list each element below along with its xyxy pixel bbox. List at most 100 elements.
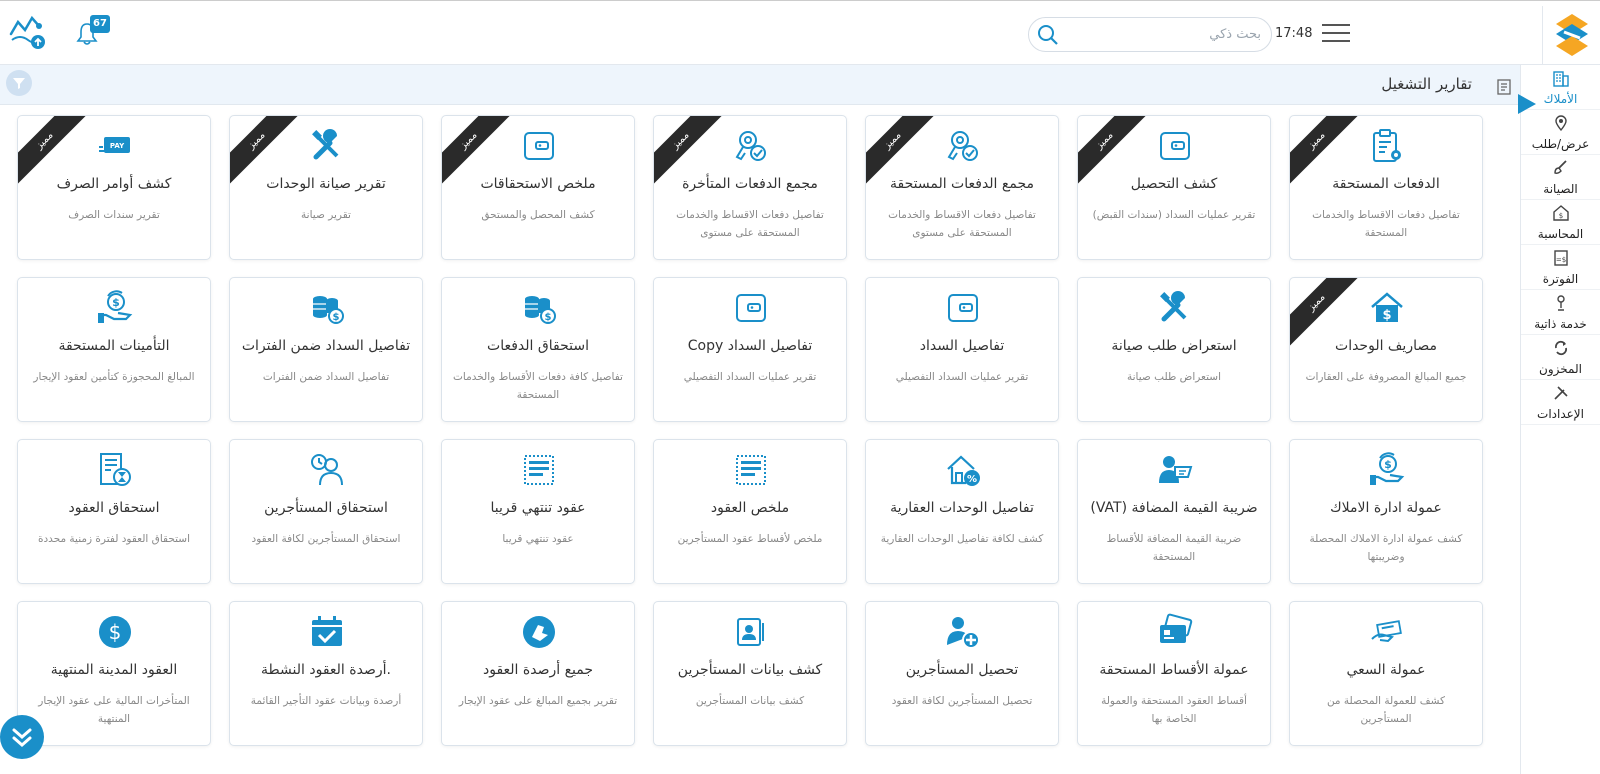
report-card[interactable]: $ عمولة ادارة الاملاك كشف عمولة ادارة الام… [1289,439,1483,584]
report-card-description: جميع المبالغ المصروفة على العقارات [1305,371,1467,383]
sidebar-item[interactable]: $ المحاسبة [1521,200,1600,245]
house-percent-icon: % [866,450,1058,490]
main-sidebar: الأملاك عرض/طلب الصيانة $ المحاسبة $= الفوترة خ… [1520,65,1600,774]
report-card[interactable]: مميز $ مصاريف الوحدات جميع المبالغ المصروفة… [1289,277,1483,422]
page-title: تقارير التشغيل [1381,75,1472,93]
tools-icon [230,126,422,166]
page-header-bar: تقارير التشغيل [0,65,1520,105]
report-card[interactable]: تحصيل المستأجرين تحصيل المستأجرين لكافة ا… [865,601,1059,746]
report-card[interactable]: استحقاق العقود استحقاق العقود لفترة زمنية… [17,439,211,584]
report-card[interactable]: تفاصيل السداد تقرير عمليات السداد التفصيل… [865,277,1059,422]
report-card-description: كشف بيانات المستأجرين [695,695,805,707]
report-card[interactable]: مميز ملخص الاستحقاقات كشف المحصل والمستحق [441,115,635,260]
report-card-title: كشف أوامر الصرف [56,176,172,192]
report-card-title: مجمع الدفعات المستحقة [890,176,1034,192]
sidebar-item[interactable]: الإعدادات [1521,380,1600,425]
user-touch-icon [1552,294,1570,317]
report-card-description: تقرير عمليات السداد التفصيلي [895,371,1029,383]
scroll-down-button[interactable] [0,715,44,759]
report-card[interactable]: استحقاق المستأجرين استحقاق المستأجرين لكا… [229,439,423,584]
reports-grid: مميز الدفعات المستحقة تفاصيل دفعات الاقساط… [17,115,1511,765]
report-card[interactable]: مميز PAY كشف أوامر الصرف تقرير سندات الصرف [17,115,211,260]
sidebar-item-label: عرض/طلب [1531,136,1590,151]
sidebar-item-label: خدمة ذاتية [1534,316,1587,331]
report-card[interactable]: تفاصيل السداد Copy تقرير عمليات السداد ال… [653,277,847,422]
report-card[interactable]: مميز كشف التحصيل تقرير عمليات السداد (سندا… [1077,115,1271,260]
report-card-title: تفاصيل السداد ضمن الفترات [241,338,411,354]
wallet-icon [1078,126,1270,166]
report-card[interactable]: % تفاصيل الوحدات العقارية كشف لكافة تفاصيل… [865,439,1059,584]
hand-dollar-icon: $ [1290,450,1482,490]
calendar-check-icon [230,612,422,652]
app-logo[interactable] [1542,6,1600,64]
report-card[interactable]: استعراض طلب صيانة استعراض طلب صيانة [1077,277,1271,422]
contact-card-icon [654,612,846,652]
report-card[interactable]: ضريبة القيمة المضافة (VAT) ضريبة القيمة ا… [1077,439,1271,584]
pay-card-icon: PAY [18,126,210,166]
report-card-description: استحقاق العقود لفترة زمنية محددة [38,533,190,545]
smart-search-input[interactable] [1065,18,1261,51]
hamburger-line [1322,24,1350,26]
report-card[interactable]: مميز مجمع الدفعات المتأخرة تفاصيل دفعات ال… [653,115,847,260]
person-card-icon [1078,450,1270,490]
sidebar-item-label: الفوترة [1542,271,1579,286]
report-card-description: تقرير صيانة [301,209,351,221]
house-dollar-icon: $ [1290,288,1482,328]
sidebar-item[interactable]: خدمة ذاتية [1521,290,1600,335]
report-card[interactable]: كشف بيانات المستأجرين كشف بيانات المستأجر… [653,601,847,746]
report-card-title: ملخص الاستحقاقات [480,176,596,192]
report-card-title: مصاريف الوحدات [1335,338,1437,354]
report-card-title: جميع أرصدة العقود [482,662,593,678]
report-card-description: كشف المحصل والمستحق [481,209,595,221]
sidebar-item[interactable]: الصيانة [1521,155,1600,200]
report-card-title: ضريبة القيمة المضافة (VAT) [1090,500,1258,516]
report-card[interactable]: $ التأمينات المستحقة المبالغ المحجوزة كتأم… [17,277,211,422]
doc-hourglass-icon [18,450,210,490]
key-check-icon [866,126,1058,166]
dollar-house-icon: $ [1552,204,1570,227]
report-card-title: تحصيل المستأجرين [905,662,1019,678]
report-card[interactable]: عقود تنتهي قريبا عقود تنتهي قريبا [441,439,635,584]
sidebar-item-label: الأملاك [1543,91,1578,106]
report-card[interactable]: ملخص العقود ملخص لأقساط عقود المستأجرين [653,439,847,584]
report-card[interactable]: $ استحقاق الدفعات تفاصيل كافة دفعات الأقسا… [441,277,635,422]
hamburger-line [1322,40,1350,42]
report-card-title: ملخص العقود [710,500,790,516]
report-card-title: كشف التحصيل [1130,176,1218,192]
tools-icon [1552,384,1570,407]
report-card-title: استحقاق المستأجرين [264,500,388,516]
wallet-icon [866,288,1058,328]
report-card-description: ملخص لأقساط عقود المستأجرين [677,533,823,545]
report-card[interactable]: مميز الدفعات المستحقة تفاصيل دفعات الاقساط… [1289,115,1483,260]
hamburger-line [1322,32,1350,34]
person-clock-icon [230,450,422,490]
report-card-title: .أرصدة العقود النشطة [261,662,391,678]
filter-button[interactable] [6,70,32,96]
report-card[interactable]: .أرصدة العقود النشطة أرصدة وبيانات عقود ا… [229,601,423,746]
svg-text:$: $ [333,312,340,323]
svg-text:$: $ [1558,212,1562,220]
svg-text:$: $ [112,296,120,309]
chart-upload-icon [9,15,45,49]
report-card-description: تفاصيل كافة دفعات الأقساط والخدمات المست… [453,371,623,401]
report-card[interactable]: عمولة الأقساط المستحقة أقساط العقود المست… [1077,601,1271,746]
report-card[interactable]: جميع أرصدة العقود تقرير بجميع المبالغ على… [441,601,635,746]
report-card-title: العقود المدينة المنتهية [50,662,178,678]
menu-toggle-button[interactable] [1322,24,1350,44]
svg-text:$: $ [545,312,552,323]
report-card[interactable]: $ العقود المدينة المنتهية المتأخرات المالي… [17,601,211,746]
brand-chart-logo[interactable] [8,12,50,56]
report-card[interactable]: $ تفاصيل السداد ضمن الفترات تفاصيل السداد … [229,277,423,422]
report-card-title: الدفعات المستحقة [1332,176,1440,192]
hand-dollar-icon: $ [18,288,210,328]
report-card[interactable]: عمولة السعي كشف للعمولة المحصلة من المستأ… [1289,601,1483,746]
report-card[interactable]: مميز تقرير صيانة الوحدات تقرير صيانة [229,115,423,260]
search-icon[interactable] [1037,24,1059,50]
sidebar-item[interactable]: المخزون [1521,335,1600,380]
report-card-description: أرصدة وبيانات عقود التأجير القائمة [250,695,402,707]
sidebar-item[interactable]: $= الفوترة [1521,245,1600,290]
clock-time: 17:48 [1275,26,1313,41]
sidebar-item[interactable]: عرض/طلب [1521,110,1600,155]
report-card[interactable]: مميز مجمع الدفعات المستحقة تفاصيل دفعات ال… [865,115,1059,260]
report-card-description: تقرير عمليات السداد (سندات القبض) [1092,209,1256,221]
